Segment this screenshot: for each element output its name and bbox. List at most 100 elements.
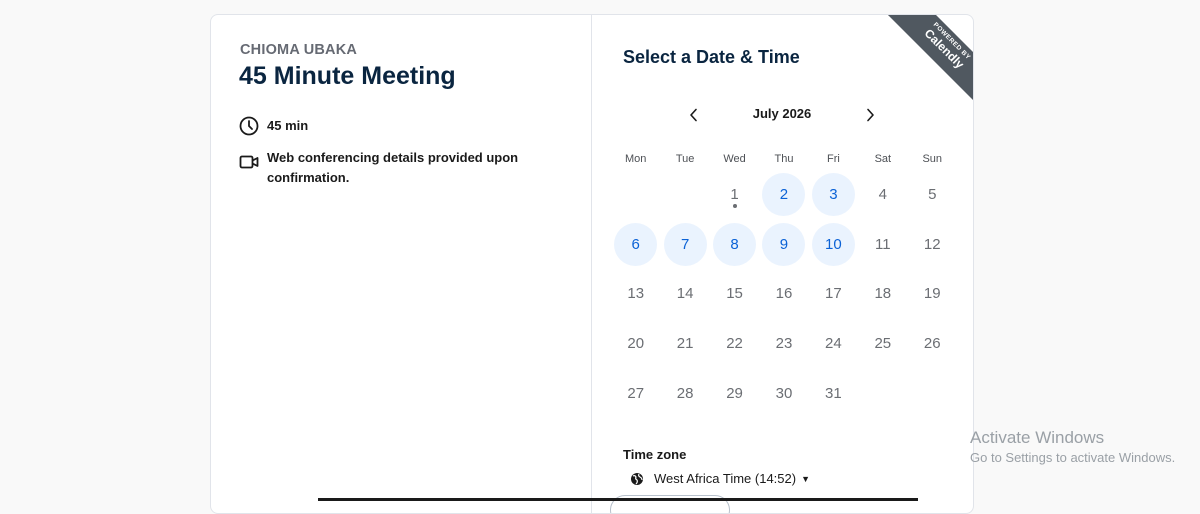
empty-day-cell <box>660 170 709 220</box>
day-5: 5 <box>908 170 957 220</box>
weekday-sun: Sun <box>922 153 943 165</box>
day-number: 16 <box>775 285 793 303</box>
day-9[interactable]: 9 <box>759 220 808 270</box>
day-number[interactable]: 8 <box>713 222 757 266</box>
watermark-line1: Activate Windows <box>970 428 1105 447</box>
day-number: 28 <box>676 384 694 402</box>
day-number: 13 <box>627 285 645 303</box>
day-7[interactable]: 7 <box>660 220 709 270</box>
day-29: 29 <box>710 368 759 418</box>
day-number: 25 <box>874 335 892 353</box>
day-number: 21 <box>676 335 694 353</box>
day-21: 21 <box>660 319 709 369</box>
empty-day-cell <box>858 368 907 418</box>
video-camera-icon <box>239 155 259 169</box>
day-number: 15 <box>726 285 743 303</box>
day-22: 22 <box>710 319 759 369</box>
day-number[interactable]: 3 <box>811 173 855 217</box>
calendar-grid: 1 2 3 4 5 6 7 8 9 10 11 12 13 14 15 16 17 18 19 20 21 22 23 24 2… <box>611 170 957 418</box>
day-8[interactable]: 8 <box>710 220 759 270</box>
month-label: July 2026 <box>752 106 812 121</box>
weekday-fri: Fri <box>826 153 840 165</box>
booking-card: CHIOMA UBAKA 45 Minute Meeting 45 min We… <box>210 14 974 514</box>
day-number[interactable]: 9 <box>762 222 806 266</box>
day-number: 22 <box>726 335 743 353</box>
day-number: 17 <box>825 285 842 303</box>
weekday-thu: Thu <box>774 153 794 165</box>
event-details-panel: CHIOMA UBAKA 45 Minute Meeting 45 min We… <box>211 15 592 513</box>
day-number: 12 <box>923 235 941 253</box>
day-19: 19 <box>908 269 957 319</box>
empty-day-cell <box>611 170 660 220</box>
day-25: 25 <box>858 319 907 369</box>
day-number[interactable]: 6 <box>614 222 658 266</box>
day-number[interactable]: 10 <box>811 222 855 266</box>
day-4: 4 <box>858 170 907 220</box>
day-3[interactable]: 3 <box>809 170 858 220</box>
day-18: 18 <box>858 269 907 319</box>
caret-down-icon: ▼ <box>801 473 811 484</box>
day-28: 28 <box>660 368 709 418</box>
day-31: 31 <box>809 368 858 418</box>
timezone-select[interactable]: West Africa Time (14:52) ▼ <box>630 471 810 486</box>
calendar-week: 27 28 29 30 31 <box>611 368 957 418</box>
day-number: 24 <box>825 335 842 353</box>
day-30: 30 <box>759 368 808 418</box>
day-10[interactable]: 10 <box>809 220 858 270</box>
day-23: 23 <box>759 319 808 369</box>
timezone-label: Time zone <box>623 447 687 462</box>
day-number: 20 <box>627 335 645 353</box>
weekday-tue: Tue <box>675 153 695 165</box>
day-6[interactable]: 6 <box>611 220 660 270</box>
weekday-header: Mon Tue Wed Thu Fri Sat Sun <box>611 153 957 165</box>
calendar-week: 6 7 8 9 10 11 12 <box>611 220 957 270</box>
day-number: 18 <box>874 285 892 303</box>
day-2[interactable]: 2 <box>759 170 808 220</box>
day-number[interactable]: 7 <box>663 222 707 266</box>
today-indicator <box>732 204 737 208</box>
globe-icon <box>631 472 643 485</box>
conferencing-row: Web conferencing details provided upon c… <box>239 148 539 188</box>
calendly-badge[interactable]: POWERED BY Calendly <box>873 15 973 115</box>
day-26: 26 <box>908 319 957 369</box>
day-number: 29 <box>726 384 743 402</box>
day-number: 30 <box>775 384 793 402</box>
day-number: 26 <box>923 335 941 353</box>
day-12: 12 <box>908 220 957 270</box>
event-title: 45 Minute Meeting <box>239 62 456 90</box>
day-number: 31 <box>825 384 842 402</box>
day-27: 27 <box>611 368 660 418</box>
day-13: 13 <box>611 269 660 319</box>
day-number: 11 <box>875 235 891 253</box>
calendar-week: 13 14 15 16 17 18 19 <box>611 269 957 319</box>
day-15: 15 <box>710 269 759 319</box>
calendar-week: 20 21 22 23 24 25 26 <box>611 319 957 369</box>
empty-day-cell <box>908 368 957 418</box>
organizer-name: CHIOMA UBAKA <box>240 42 358 58</box>
watermark-line2: Go to Settings to activate Windows. <box>970 450 1176 465</box>
day-11: 11 <box>858 220 907 270</box>
duration-row: 45 min <box>239 116 308 136</box>
badge-ribbon: POWERED BY Calendly <box>876 15 973 115</box>
day-20: 20 <box>611 319 660 369</box>
day-24: 24 <box>809 319 858 369</box>
day-14: 14 <box>660 269 709 319</box>
day-number: 4 <box>878 186 887 204</box>
windows-watermark: Activate Windows Go to Settings to activ… <box>970 428 1175 465</box>
month-navigation: July 2026 <box>682 103 882 127</box>
timezone-value: West Africa Time (14:52) <box>654 471 797 486</box>
day-number: 5 <box>928 186 937 204</box>
day-1: 1 <box>710 170 759 220</box>
weekday-mon: Mon <box>625 153 647 165</box>
clock-icon <box>239 116 259 136</box>
weekday-sat: Sat <box>874 153 892 165</box>
conferencing-text: Web conferencing details provided upon c… <box>267 150 519 185</box>
weekday-wed: Wed <box>723 153 746 165</box>
day-number: 27 <box>627 384 645 402</box>
day-16: 16 <box>759 269 808 319</box>
day-17: 17 <box>809 269 858 319</box>
duration-text: 45 min <box>267 118 309 133</box>
day-number: 14 <box>676 285 694 303</box>
day-number[interactable]: 2 <box>762 173 806 217</box>
picker-heading: Select a Date & Time <box>623 47 800 67</box>
